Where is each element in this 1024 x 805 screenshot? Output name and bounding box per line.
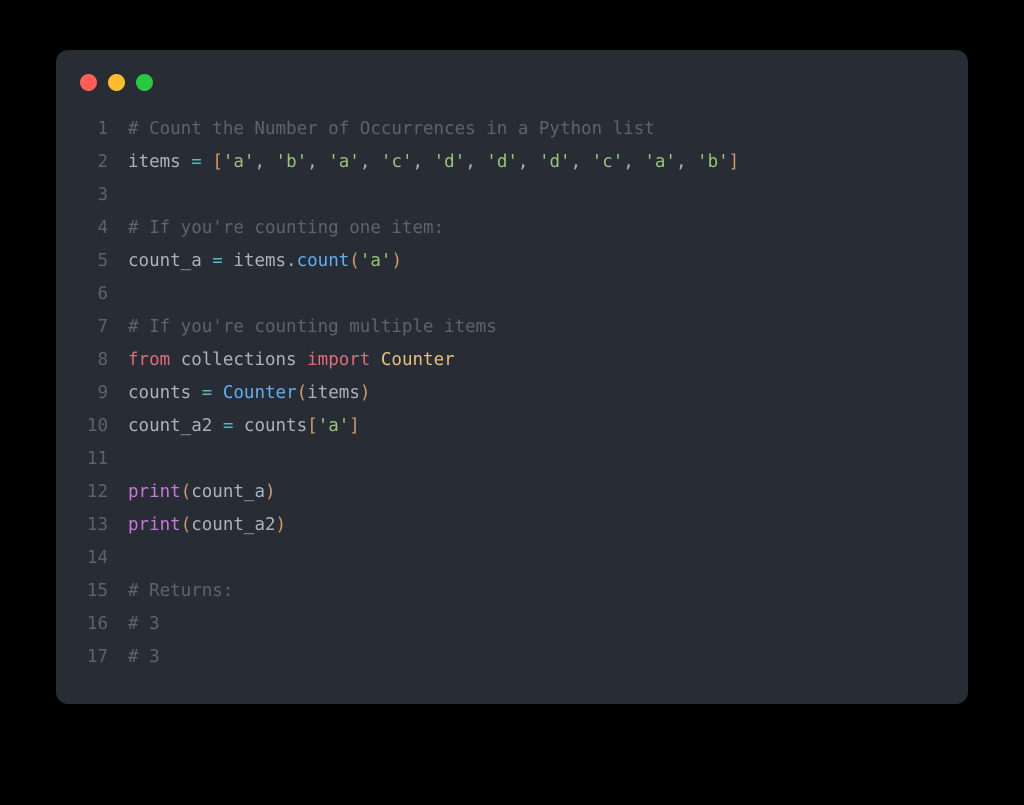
line-number: 7: [80, 311, 128, 344]
code-content: [128, 542, 139, 575]
code-line: 12print(count_a): [80, 476, 944, 509]
code-line: 9counts = Counter(items): [80, 377, 944, 410]
code-line: 2items = ['a', 'b', 'a', 'c', 'd', 'd', …: [80, 146, 944, 179]
code-line: 15# Returns:: [80, 575, 944, 608]
line-number: 11: [80, 443, 128, 476]
code-content: # 3: [128, 608, 160, 641]
line-number: 12: [80, 476, 128, 509]
code-line: 17# 3: [80, 641, 944, 674]
code-window: 1# Count the Number of Occurrences in a …: [56, 50, 968, 704]
code-content: items = ['a', 'b', 'a', 'c', 'd', 'd', '…: [128, 146, 739, 179]
line-number: 4: [80, 212, 128, 245]
code-content: [128, 443, 139, 476]
line-number: 9: [80, 377, 128, 410]
line-number: 8: [80, 344, 128, 377]
line-number: 17: [80, 641, 128, 674]
code-line: 14: [80, 542, 944, 575]
line-number: 5: [80, 245, 128, 278]
code-content: [128, 278, 139, 311]
code-content: from collections import Counter: [128, 344, 455, 377]
line-number: 1: [80, 113, 128, 146]
code-content: [128, 179, 139, 212]
close-icon[interactable]: [80, 74, 97, 91]
code-content: # Returns:: [128, 575, 233, 608]
code-content: # If you're counting one item:: [128, 212, 444, 245]
code-line: 6: [80, 278, 944, 311]
line-number: 3: [80, 179, 128, 212]
code-content: # 3: [128, 641, 160, 674]
code-line: 10count_a2 = counts['a']: [80, 410, 944, 443]
code-content: print(count_a): [128, 476, 276, 509]
code-editor[interactable]: 1# Count the Number of Occurrences in a …: [56, 113, 968, 674]
line-number: 10: [80, 410, 128, 443]
code-content: # If you're counting multiple items: [128, 311, 497, 344]
code-content: # Count the Number of Occurrences in a P…: [128, 113, 655, 146]
line-number: 13: [80, 509, 128, 542]
code-line: 16# 3: [80, 608, 944, 641]
code-line: 3: [80, 179, 944, 212]
code-content: count_a2 = counts['a']: [128, 410, 360, 443]
code-line: 13print(count_a2): [80, 509, 944, 542]
code-line: 5count_a = items.count('a'): [80, 245, 944, 278]
line-number: 6: [80, 278, 128, 311]
code-line: 11: [80, 443, 944, 476]
code-line: 1# Count the Number of Occurrences in a …: [80, 113, 944, 146]
line-number: 16: [80, 608, 128, 641]
code-line: 7# If you're counting multiple items: [80, 311, 944, 344]
line-number: 15: [80, 575, 128, 608]
code-content: count_a = items.count('a'): [128, 245, 402, 278]
minimize-icon[interactable]: [108, 74, 125, 91]
maximize-icon[interactable]: [136, 74, 153, 91]
code-content: counts = Counter(items): [128, 377, 370, 410]
line-number: 14: [80, 542, 128, 575]
code-line: 8from collections import Counter: [80, 344, 944, 377]
line-number: 2: [80, 146, 128, 179]
window-titlebar: [56, 74, 968, 113]
code-content: print(count_a2): [128, 509, 286, 542]
code-line: 4# If you're counting one item:: [80, 212, 944, 245]
